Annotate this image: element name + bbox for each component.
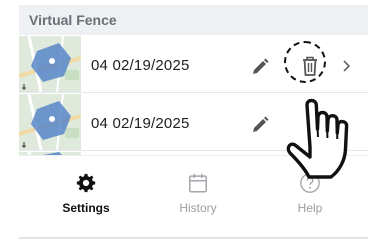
tab-label: Settings	[62, 201, 110, 215]
virtual-fence-screen: Virtual Fence 04 02/19/2025 04 02/19/202…	[19, 5, 368, 243]
section-title: Virtual Fence	[29, 12, 117, 28]
section-header: Virtual Fence	[19, 5, 368, 35]
fence-name: 04 02/19/2025	[91, 115, 190, 132]
fence-name: 04 02/19/2025	[91, 57, 190, 74]
calendar-icon	[189, 173, 207, 193]
pencil-icon[interactable]	[251, 116, 269, 134]
map-thumbnail	[19, 94, 81, 150]
gear-icon	[76, 173, 96, 193]
tab-label: History	[179, 201, 217, 215]
pencil-icon[interactable]	[251, 58, 269, 76]
tab-settings[interactable]: Settings	[41, 172, 131, 222]
bottom-divider	[19, 237, 368, 239]
map-thumbnail	[19, 36, 81, 92]
tab-label: Help	[297, 201, 323, 215]
hand-pointer-icon	[286, 98, 349, 179]
chevron-right-icon[interactable]	[342, 59, 352, 73]
tab-history[interactable]: History	[153, 172, 243, 222]
